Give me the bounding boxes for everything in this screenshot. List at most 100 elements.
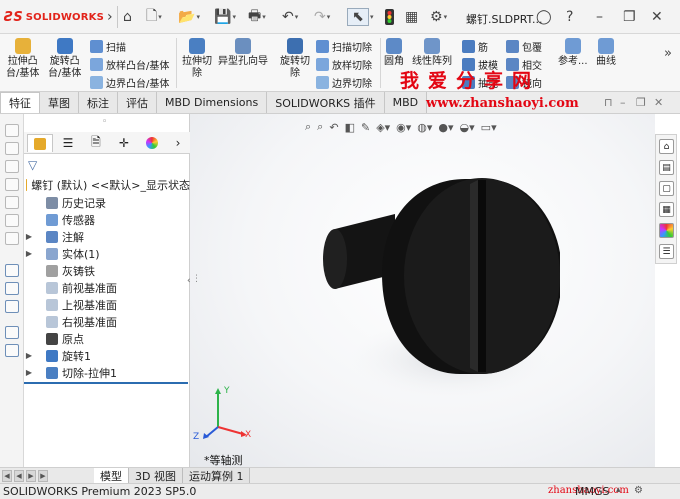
strip-tool-1-icon[interactable] <box>5 124 19 137</box>
prev-tab-icon[interactable]: ◀ <box>14 469 24 482</box>
tree-item-origin[interactable]: 原点 <box>24 330 190 347</box>
graphics-area[interactable]: ⌕ ⌕ ↶ ◧ ✎ ◈▾ ◉▾ ◍▾ ●▾ ◒▾ ▭▾ Y X Z *等轴测 ⋮ <box>190 114 655 467</box>
unit-system[interactable]: MMGS <box>575 485 610 498</box>
strip-tool-9-icon[interactable] <box>5 282 19 295</box>
tab-model[interactable]: 模型 <box>94 468 129 483</box>
rollback-bar[interactable] <box>24 382 188 384</box>
zoom-to-fit-icon[interactable]: ⌕ <box>305 120 311 134</box>
property-manager-tab-icon[interactable]: ☰ <box>55 134 81 152</box>
revolve-boss-button[interactable]: 旋转凸 台/基体 <box>48 38 81 80</box>
strip-tool-2-icon[interactable] <box>5 142 19 155</box>
loft-cut-button[interactable]: 放样切除 <box>316 57 372 72</box>
apply-scene-icon[interactable]: ◒▾ <box>460 121 475 134</box>
user-account-icon[interactable]: ◯ <box>536 8 552 26</box>
strip-tool-10-icon[interactable] <box>5 300 19 313</box>
traffic-light-icon[interactable] <box>385 8 394 26</box>
rebuild-icon[interactable]: ▦ <box>405 8 418 26</box>
save-icon[interactable]: 💾 ▾ <box>214 8 236 26</box>
dimxpert-tab-icon[interactable]: ✛ <box>111 134 137 152</box>
panel-grip-icon[interactable]: ◦ <box>102 117 107 127</box>
previous-view-icon[interactable]: ↶ <box>329 121 338 134</box>
tree-item-annotations[interactable]: ▶ 注解 <box>24 228 190 245</box>
tab-solidworks-addins[interactable]: SOLIDWORKS 插件 <box>267 92 385 113</box>
open-folder-icon[interactable]: 📂 ▾ <box>178 8 200 26</box>
strip-tool-8-icon[interactable] <box>5 264 19 277</box>
restore-icon[interactable]: ❐ <box>623 8 636 26</box>
doc-restore-icon[interactable]: ❐ <box>636 96 646 109</box>
fillet-button[interactable]: 圆角 <box>384 38 404 68</box>
minimize-icon[interactable]: – <box>596 8 603 26</box>
configuration-tab-icon[interactable]: 🗎 <box>83 134 109 152</box>
ribbon-overflow-icon[interactable]: » <box>664 46 672 61</box>
tree-item-revolve1[interactable]: ▶ 旋转1 <box>24 347 190 364</box>
linear-pattern-button[interactable]: 线性阵列 <box>412 38 452 68</box>
status-customize-icon[interactable]: ⚙ <box>634 485 643 496</box>
appearances-icon[interactable] <box>659 223 674 238</box>
extrude-boss-button[interactable]: 拉伸凸 台/基体 <box>6 38 39 80</box>
tree-root[interactable]: 螺钉 (默认) <<默认>_显示状态 <box>24 176 190 193</box>
hide-show-icon[interactable]: ◍▾ <box>417 121 432 134</box>
hole-wizard-button[interactable]: 异型孔向导 <box>218 38 268 68</box>
last-tab-icon[interactable]: ▶ <box>38 469 48 482</box>
panel-splitter-icon[interactable]: ⋮ <box>192 274 201 284</box>
loft-boss-button[interactable]: 放样凸台/基体 <box>90 57 169 72</box>
view-settings-icon[interactable]: ▭▾ <box>481 121 497 134</box>
help-icon[interactable]: ? <box>566 8 573 26</box>
undo-icon[interactable]: ↶ ▾ <box>282 8 298 26</box>
tree-item-front-plane[interactable]: 前视基准面 <box>24 279 190 296</box>
panel-next-icon[interactable]: › <box>169 134 187 152</box>
view-palette-icon[interactable]: ▦ <box>659 202 674 217</box>
strip-tool-6-icon[interactable] <box>5 214 19 227</box>
select-dropdown-icon[interactable]: ▾ <box>369 8 374 26</box>
tab-evaluate[interactable]: 评估 <box>118 92 157 113</box>
options-gear-icon[interactable]: ⚙ ▾ <box>430 8 447 26</box>
curves-button[interactable]: 曲线 <box>596 38 616 68</box>
expand-arrow-icon[interactable]: ▶ <box>24 249 34 258</box>
tab-mbd-dimensions[interactable]: MBD Dimensions <box>157 92 268 113</box>
tab-sketch[interactable]: 草图 <box>40 92 79 113</box>
expand-arrow-icon[interactable]: ▶ <box>24 232 34 241</box>
tab-markup[interactable]: 标注 <box>79 92 118 113</box>
display-style-icon[interactable]: ◉▾ <box>396 121 411 134</box>
next-tab-icon[interactable]: ▶ <box>26 469 36 482</box>
tab-mbd[interactable]: MBD <box>384 92 428 113</box>
doc-collapse-icon[interactable]: ⊓ <box>604 96 613 109</box>
expand-arrow-icon[interactable]: ▶ <box>24 351 34 360</box>
print-icon[interactable]: 🖶 ▾ <box>248 8 266 26</box>
strip-tool-4-icon[interactable] <box>5 178 19 191</box>
zoom-area-icon[interactable]: ⌕ <box>317 120 323 134</box>
edit-appearance-icon[interactable]: ●▾ <box>438 121 453 134</box>
sweep-cut-button[interactable]: 扫描切除 <box>316 39 372 54</box>
sweep-button[interactable]: 扫描 <box>90 39 126 54</box>
tree-item-cut-extrude1[interactable]: ▶ 切除-拉伸1 <box>24 364 190 381</box>
design-library-icon[interactable]: ▤ <box>659 160 674 175</box>
tab-3d-views[interactable]: 3D 视图 <box>129 468 183 483</box>
appearance-tab-icon[interactable] <box>139 134 165 152</box>
reference-geometry-button[interactable]: 参考... <box>558 38 588 68</box>
wrap-button[interactable]: 包覆 <box>506 39 542 54</box>
dynamic-annotation-icon[interactable]: ✎ <box>361 121 370 134</box>
tree-item-history[interactable]: 历史记录 <box>24 194 190 211</box>
tree-item-solid-bodies[interactable]: ▶ 实体(1) <box>24 245 190 262</box>
tree-item-top-plane[interactable]: 上视基准面 <box>24 296 190 313</box>
extrude-cut-button[interactable]: 拉伸切 除 <box>182 38 212 80</box>
expand-arrow-icon[interactable]: ▶ <box>24 368 34 377</box>
screw-model[interactable] <box>300 154 560 414</box>
tree-item-sensors[interactable]: 传感器 <box>24 211 190 228</box>
feature-tree-tab-icon[interactable] <box>27 134 53 152</box>
first-tab-icon[interactable]: ◀ <box>2 469 12 482</box>
doc-minimize-icon[interactable]: – <box>620 96 626 109</box>
strip-tool-11-icon[interactable] <box>5 326 19 339</box>
tab-features[interactable]: 特征 <box>0 92 40 113</box>
file-explorer-icon[interactable]: ▢ <box>659 181 674 196</box>
select-pointer-icon[interactable]: ⬉ <box>347 8 369 26</box>
expand-menu-icon[interactable]: › <box>107 8 113 26</box>
boundary-boss-button[interactable]: 边界凸台/基体 <box>90 75 169 90</box>
home-icon[interactable]: ⌂ <box>123 8 132 26</box>
doc-close-icon[interactable]: ✕ <box>654 96 663 109</box>
custom-properties-icon[interactable]: ☰ <box>659 244 674 259</box>
view-orientation-icon[interactable]: ◈▾ <box>376 121 390 134</box>
tree-item-right-plane[interactable]: 右视基准面 <box>24 313 190 330</box>
new-document-icon[interactable]: 🗋 ▾ <box>146 8 162 26</box>
close-icon[interactable]: ✕ <box>651 8 663 26</box>
